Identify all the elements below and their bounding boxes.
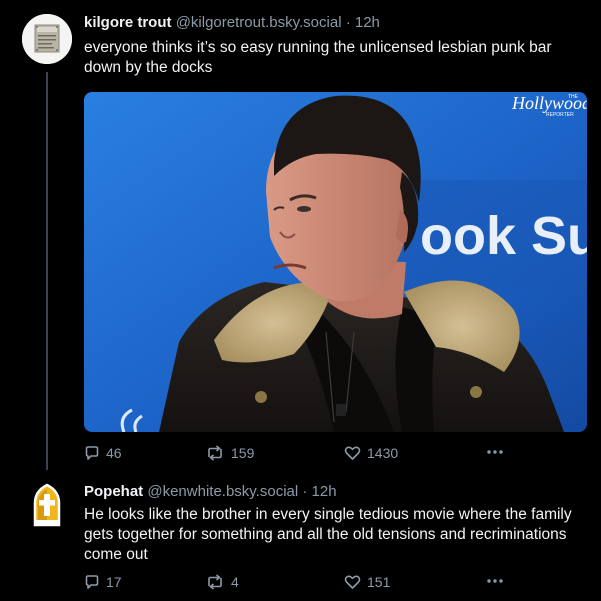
more-options-button[interactable]: [486, 444, 504, 460]
repost-count: 159: [231, 445, 255, 461]
repost-arrows-icon: [208, 574, 222, 590]
heart-icon: [344, 446, 361, 460]
like-button[interactable]: 151: [344, 573, 390, 591]
feed-thread: kilgore trout @kilgoretrout.bsky.social …: [0, 0, 601, 601]
timestamp[interactable]: 12h: [312, 483, 337, 500]
backdrop-lettering: ook Sum: [420, 206, 587, 266]
reply-count: 46: [106, 445, 122, 461]
ellipsis-icon: [487, 450, 503, 454]
speech-bubble-icon: [85, 446, 99, 460]
reply-count: 17: [106, 574, 122, 590]
post-text: He looks like the brother in every singl…: [84, 506, 572, 563]
display-name[interactable]: Popehat: [84, 483, 143, 500]
reply-button[interactable]: 17: [84, 573, 122, 591]
watermark-reporter: REPORTER: [546, 112, 574, 118]
more-options-button[interactable]: [486, 573, 504, 589]
reply-button[interactable]: 46: [84, 444, 122, 462]
avatar-kilgore-trout[interactable]: [22, 14, 72, 64]
like-count: 151: [367, 574, 391, 590]
repost-button[interactable]: 4: [205, 573, 239, 591]
avatar-popehat[interactable]: [22, 481, 72, 531]
speech-bubble-icon: [85, 575, 99, 589]
handle[interactable]: @kilgoretrout.bsky.social: [176, 14, 342, 31]
handle[interactable]: @kenwhite.bsky.social: [147, 483, 298, 500]
ellipsis-icon: [487, 579, 503, 583]
watermark-hollywood: Hollywood: [511, 93, 587, 113]
rusty-sign-avatar-icon: [22, 14, 72, 64]
popehat-mitre-avatar-icon: [22, 481, 72, 531]
repost-button[interactable]: 159: [205, 444, 254, 462]
like-button[interactable]: 1430: [344, 444, 398, 462]
meta-separator: ·: [345, 14, 351, 31]
meta-separator: ·: [302, 483, 308, 500]
post-text: everyone thinks it’s so easy running the…: [84, 39, 552, 76]
post-photo: ook Sum THE Hollywood REPORTER: [84, 92, 587, 432]
repost-arrows-icon: [208, 445, 222, 461]
timestamp[interactable]: 12h: [355, 14, 380, 31]
heart-icon: [344, 575, 361, 589]
post-image[interactable]: ook Sum THE Hollywood REPORTER: [84, 92, 587, 432]
repost-count: 4: [231, 574, 239, 590]
post-actions: 17 4 151: [84, 573, 504, 593]
post-header: kilgore trout @kilgoretrout.bsky.social …: [84, 14, 380, 32]
thread-connector-line: [46, 72, 48, 470]
post-header: Popehat @kenwhite.bsky.social · 12h: [84, 483, 337, 501]
post-actions: 46 159 1430: [84, 444, 504, 464]
display-name[interactable]: kilgore trout: [84, 14, 172, 31]
like-count: 1430: [367, 445, 399, 461]
